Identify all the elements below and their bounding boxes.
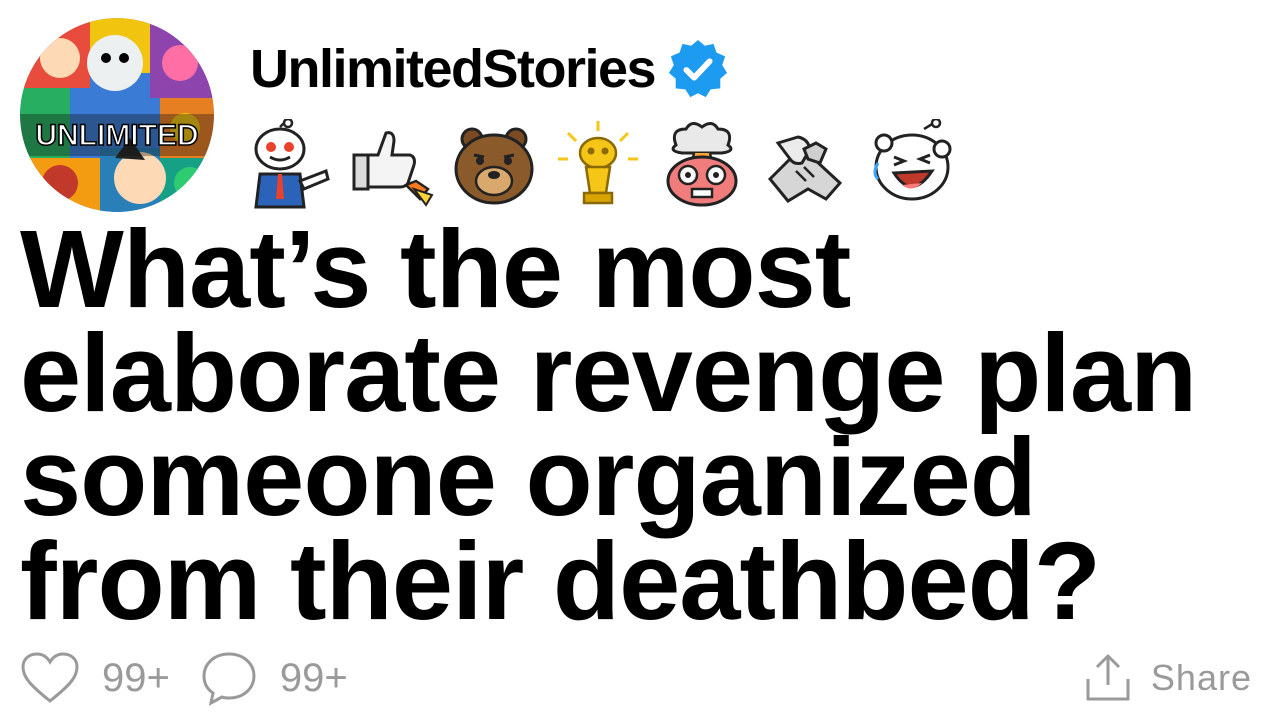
post-title: What’s the most elaborate revenge plan s… <box>20 208 1197 643</box>
username-row: UnlimitedStories <box>250 36 729 102</box>
comment-count: 99+ <box>279 655 348 700</box>
post-footer: 99+ 99+ Share <box>20 640 1252 716</box>
pointing-snoo-award-icon <box>238 118 334 210</box>
share-button[interactable]: Share <box>1085 653 1252 703</box>
bear-award-icon <box>446 118 542 210</box>
avatar-image: UNLIMITED <box>20 18 214 212</box>
laughing-snoo-award-icon <box>862 118 958 210</box>
engagement-stats: 99+ 99+ <box>20 650 378 706</box>
username[interactable]: UnlimitedStories <box>250 42 657 96</box>
share-label: Share <box>1150 657 1252 698</box>
gold-trophy-snoo-award-icon <box>550 118 646 210</box>
avatar-logo-text: UNLIMITED <box>35 119 198 152</box>
share-upload-icon <box>1086 654 1130 701</box>
rocket-like-award-icon <box>342 118 438 210</box>
like-count: 99+ <box>102 655 170 700</box>
heart-icon <box>21 652 79 703</box>
verified-badge-icon <box>669 39 728 98</box>
awards-row <box>238 118 966 210</box>
comment-button[interactable]: 99+ <box>200 650 348 706</box>
like-button[interactable]: 99+ <box>20 651 170 705</box>
mind-blown-award-icon <box>654 118 750 210</box>
share-area: Share <box>1085 653 1252 703</box>
comment-bubble-icon <box>202 652 256 706</box>
handshake-award-icon <box>758 118 854 210</box>
avatar[interactable]: UNLIMITED <box>20 18 214 212</box>
